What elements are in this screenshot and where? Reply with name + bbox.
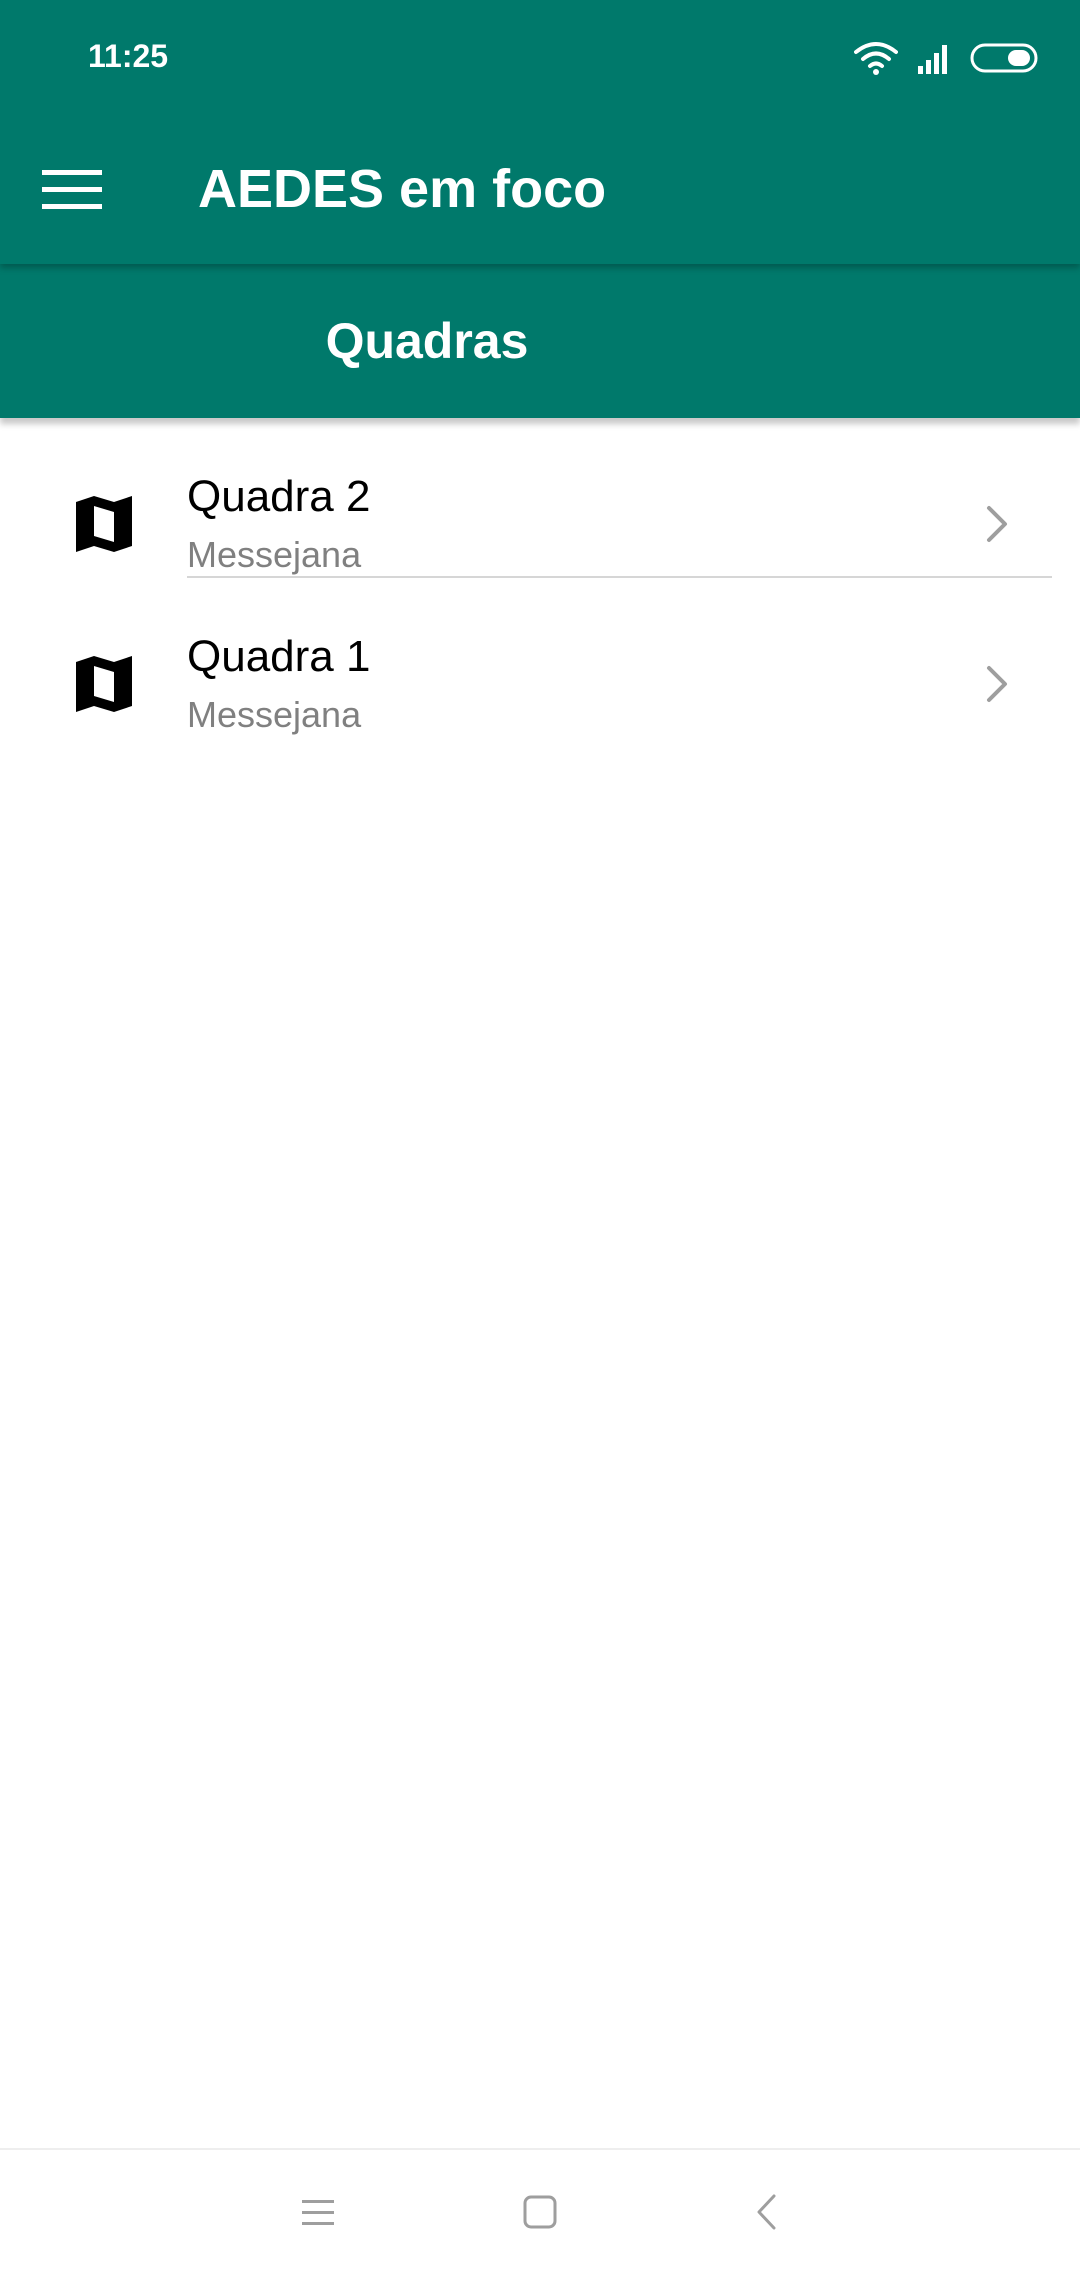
status-bar: 11:25 <box>0 0 1080 120</box>
map-icon <box>72 494 136 554</box>
menu-icon <box>300 2197 336 2232</box>
menu-icon <box>42 168 102 217</box>
toolbar: AEDES em foco <box>0 120 1080 264</box>
list-item-title: Quadra 2 <box>187 472 371 521</box>
system-nav-bar <box>0 2148 1080 2280</box>
tab-label: Quadras <box>325 313 529 369</box>
quadras-list: Quadra 2 Messejana Quadra 1 Messejana <box>0 418 1080 738</box>
menu-button[interactable] <box>22 142 122 242</box>
list-item-title: Quadra 1 <box>187 632 371 681</box>
status-icons <box>854 40 1040 76</box>
back-button[interactable] <box>716 2174 816 2254</box>
list-item-subtitle: Messejana <box>187 694 362 735</box>
home-square-icon <box>522 2194 558 2235</box>
map-icon <box>72 654 136 714</box>
list-item-subtitle: Messejana <box>187 534 362 575</box>
app-header: 11:25 AEDES em foco <box>0 0 1080 264</box>
home-button[interactable] <box>490 2174 590 2254</box>
signal-icon <box>916 42 952 74</box>
app-title: AEDES em foco <box>198 159 607 219</box>
list-item[interactable]: Quadra 2 Messejana <box>0 418 1080 578</box>
chevron-right-icon <box>985 504 1011 544</box>
wifi-icon <box>854 40 898 76</box>
battery-icon <box>970 42 1040 74</box>
tab-bar: Quadras <box>0 264 1080 418</box>
recent-apps-button[interactable] <box>268 2174 368 2254</box>
status-time: 11:25 <box>88 38 169 74</box>
back-icon <box>754 2193 778 2236</box>
chevron-right-icon <box>985 664 1011 704</box>
list-item[interactable]: Quadra 1 Messejana <box>0 578 1080 738</box>
tab-quadras[interactable]: Quadras <box>0 264 854 418</box>
